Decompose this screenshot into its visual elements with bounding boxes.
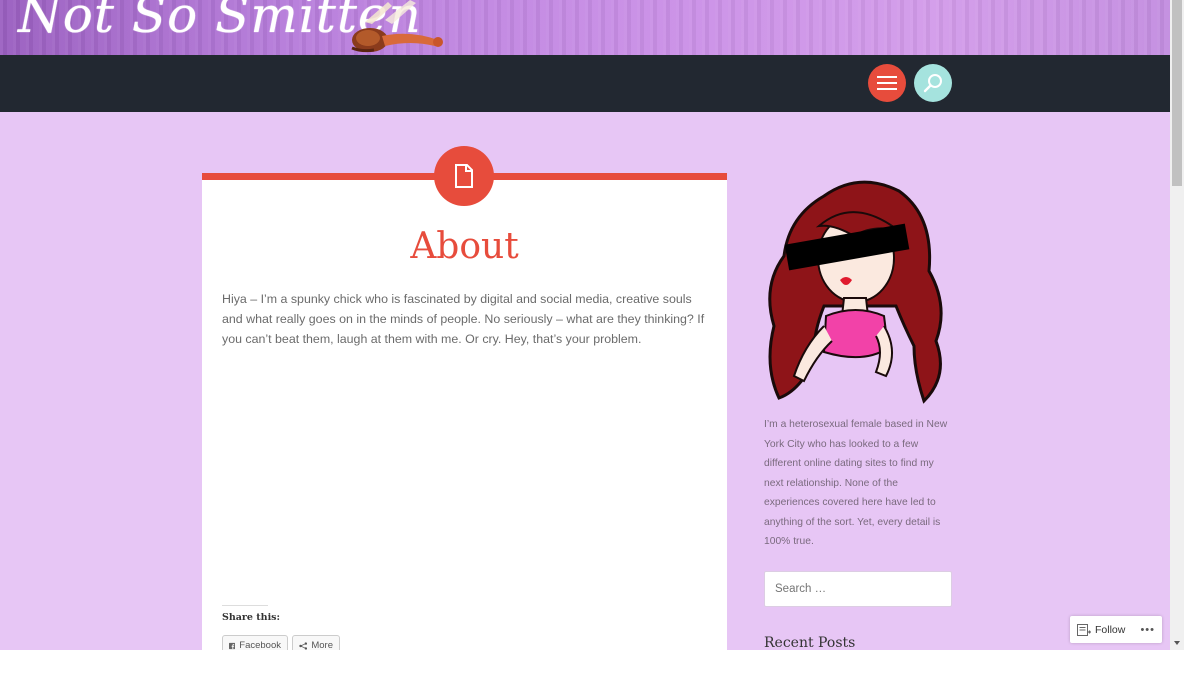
follow-button[interactable]: Follow bbox=[1077, 623, 1126, 636]
share-facebook-button[interactable]: Facebook bbox=[222, 635, 288, 650]
follow-label: Follow bbox=[1095, 623, 1126, 636]
main-navbar bbox=[0, 55, 1170, 112]
page-icon bbox=[455, 164, 473, 188]
share-facebook-label: Facebook bbox=[239, 640, 281, 650]
share-icon bbox=[299, 641, 308, 650]
page-title: About bbox=[410, 226, 519, 267]
site-header-banner[interactable]: Not So Smitten bbox=[0, 0, 1170, 55]
reader-follow-icon bbox=[1077, 623, 1091, 636]
about-article: About Hiya – I’m a spunky chick who is f… bbox=[202, 173, 727, 650]
share-divider bbox=[222, 605, 268, 606]
search-toggle-button[interactable] bbox=[914, 64, 952, 102]
follow-widget: Follow ••• bbox=[1070, 616, 1162, 643]
share-label: Share this: bbox=[222, 612, 281, 623]
follow-more-menu[interactable]: ••• bbox=[1140, 624, 1155, 636]
sidebar-search-input[interactable] bbox=[764, 571, 952, 607]
facebook-icon bbox=[229, 642, 236, 649]
share-more-label: More bbox=[311, 640, 333, 650]
avatar-illustration bbox=[768, 180, 943, 404]
sidebar-bio: I’m a heterosexual female based in New Y… bbox=[764, 419, 948, 547]
recent-posts-heading: Recent Posts bbox=[764, 635, 856, 650]
share-more-button[interactable]: More bbox=[292, 635, 340, 650]
hamburger-menu-icon bbox=[877, 76, 897, 90]
search-icon bbox=[923, 74, 942, 93]
page-type-badge bbox=[434, 146, 494, 206]
page-viewport: Not So Smitten About Hiya – I’m a spunky… bbox=[0, 0, 1170, 650]
article-body: Hiya – I’m a spunky chick who is fascina… bbox=[222, 292, 705, 346]
scrollbar-thumb[interactable] bbox=[1172, 0, 1182, 186]
menu-button[interactable] bbox=[868, 64, 906, 102]
cupid-illustration bbox=[351, 0, 443, 53]
scroll-down-arrow-icon[interactable] bbox=[1171, 637, 1183, 649]
